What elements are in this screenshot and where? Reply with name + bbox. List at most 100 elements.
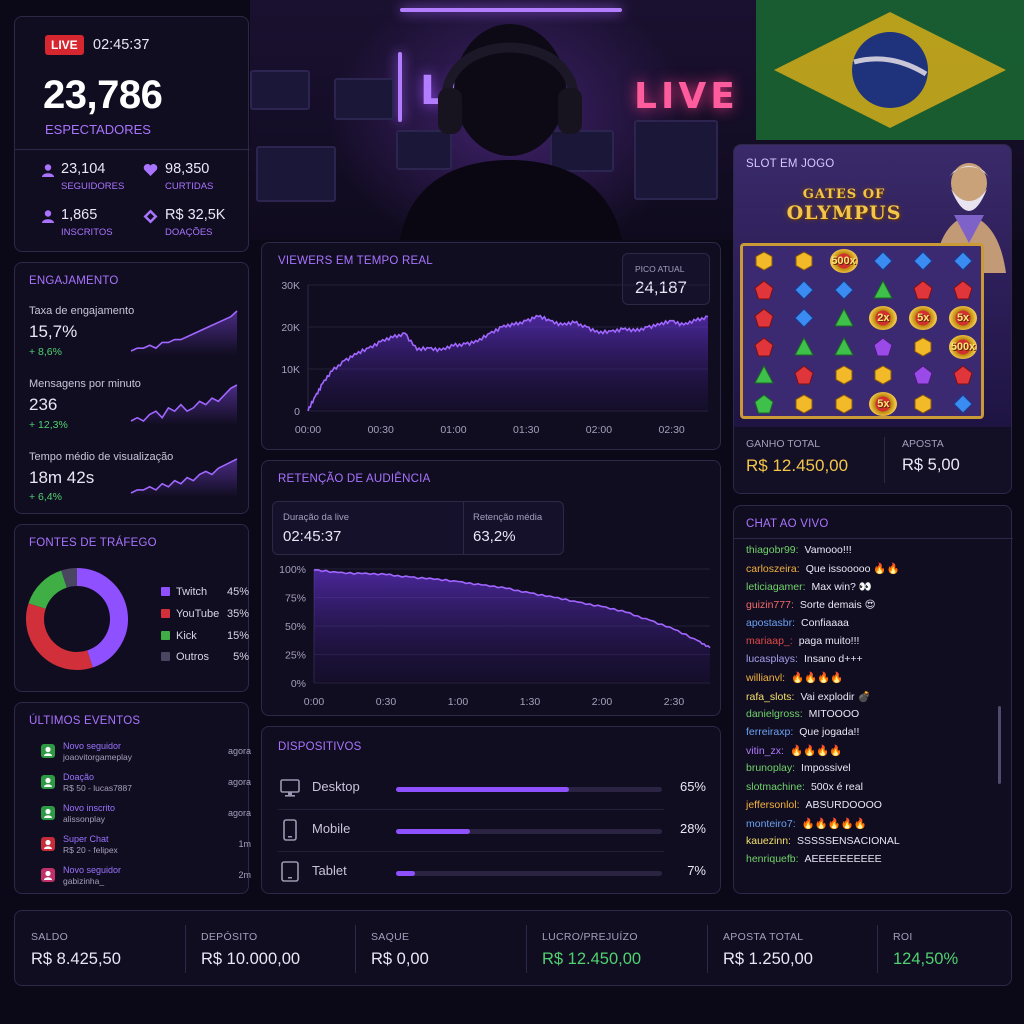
legend-label: YouTube xyxy=(176,608,220,620)
avg-retention-value: 63,2% xyxy=(473,528,516,545)
chat-message: brunoplay: Impossivel xyxy=(746,762,851,774)
live-badge: LIVE xyxy=(45,35,84,55)
event-detail: alissonplay xyxy=(63,814,106,824)
engagement-rate-sparkline xyxy=(130,310,238,355)
slot-logo-line2: OLYMPUS xyxy=(786,202,902,224)
y-tick-label: 75% xyxy=(285,593,306,605)
money-icon xyxy=(41,775,55,789)
event-title: Doação xyxy=(63,772,95,782)
subscriber-icon xyxy=(42,210,54,223)
donut-slice-twitch xyxy=(76,568,128,668)
chat-username[interactable]: slotmachine: xyxy=(746,781,805,793)
multiplier-label: 5x xyxy=(909,306,938,331)
legend-percent: 45% xyxy=(226,586,249,598)
chat-username[interactable]: vitin_zx: xyxy=(746,745,784,757)
divider xyxy=(877,925,878,973)
hex-gold-symbol xyxy=(904,391,942,418)
chat-username[interactable]: lucasplays: xyxy=(746,653,798,665)
chat-text: Max win? 👀 xyxy=(811,581,872,594)
event-time: 1m xyxy=(238,839,251,849)
multiplier-label: 2x xyxy=(869,306,898,331)
multiplier-symbol: 2x xyxy=(865,305,903,332)
likes-label: CURTIDAS xyxy=(165,181,214,192)
messages-per-minute-sparkline xyxy=(130,384,238,425)
event-item: Novo seguidor joaovitorgameplay agora xyxy=(41,741,251,767)
x-tick-label: 2:00 xyxy=(592,696,613,708)
chat-message: jeffersonlol: ABSURDOOOO xyxy=(746,799,882,811)
divider xyxy=(707,925,708,973)
donut-slice-kick xyxy=(28,570,68,610)
sparkline-area xyxy=(131,459,237,497)
summary-label: LUCRO/PREJUÍZO xyxy=(542,931,638,943)
subscribers-label: INSCRITOS xyxy=(61,227,113,238)
event-detail: gabizinha_ xyxy=(63,876,105,886)
y-tick-label: 30K xyxy=(281,280,300,292)
messages-per-minute-label: Mensagens por minuto xyxy=(29,378,141,390)
slot-title: SLOT EM JOGO xyxy=(746,158,835,170)
mobile-icon xyxy=(283,819,297,841)
legend-swatch xyxy=(161,652,170,661)
chat-username[interactable]: henriquefb: xyxy=(746,853,799,865)
chat-username[interactable]: carloszeira: xyxy=(746,563,800,575)
pent-red-symbol xyxy=(745,334,783,361)
y-tick-label: 0 xyxy=(294,406,300,418)
hex-gold-symbol xyxy=(825,362,863,389)
heart-icon xyxy=(41,868,55,882)
event-detail: joaovitorgameplay xyxy=(63,752,132,762)
viewer-count: 23,786 xyxy=(43,73,163,117)
avg-watch-time-value: 18m 42s xyxy=(29,468,95,487)
followers-label: SEGUIDORES xyxy=(61,181,125,192)
chat-username[interactable]: brunoplay: xyxy=(746,762,795,774)
chat-username[interactable]: kauezinn: xyxy=(746,835,791,847)
multiplier-symbol: 500x xyxy=(825,248,863,275)
chat-username[interactable]: monteiro7: xyxy=(746,818,796,830)
chat-username[interactable]: jeffersonlol: xyxy=(746,799,800,811)
summary-item: ROI 124,50% xyxy=(893,911,1024,987)
chat-text: 🔥🔥🔥🔥 xyxy=(791,672,844,685)
divider xyxy=(463,502,464,554)
multiplier-label: 500x xyxy=(829,249,858,274)
live-duration-value: 02:45:37 xyxy=(283,528,342,545)
chat-scrollbar[interactable] xyxy=(998,706,1001,784)
chat-username[interactable]: ferreiraxp: xyxy=(746,726,793,738)
chat-username[interactable]: leticiagamer: xyxy=(746,581,806,593)
sparkline-area xyxy=(131,385,237,425)
tablet-icon xyxy=(281,861,299,882)
slot-panel: SLOT EM JOGO GATES OF OLYMPUS 500x 2x 5x 5x… xyxy=(733,144,1012,494)
traffic-donut-chart xyxy=(26,568,128,670)
chat-text: MITOOOO xyxy=(808,707,860,720)
chat-username[interactable]: mariaap_: xyxy=(746,635,793,647)
devices-title: DISPOSITIVOS xyxy=(278,741,362,753)
chat-message: danielgross: MITOOOO xyxy=(746,708,859,720)
device-bar-fill xyxy=(396,787,569,792)
legend-label: Twitch xyxy=(176,586,208,598)
chat-message: thiagobr99: Vamooo!!! xyxy=(746,544,852,556)
chat-username[interactable]: apostasbr: xyxy=(746,617,795,629)
avg-watch-time-delta: + 6,4% xyxy=(29,491,62,503)
engagement-panel: ENGAJAMENTO Taxa de engajamento 15,7% + … xyxy=(14,262,249,514)
chat-username[interactable]: thiagobr99: xyxy=(746,544,799,556)
chat-username[interactable]: guizin777: xyxy=(746,599,794,611)
y-tick-label: 100% xyxy=(279,564,306,576)
x-tick-label: 01:30 xyxy=(513,424,539,436)
chat-message: apostasbr: Confiaaaa xyxy=(746,617,849,629)
chat-username[interactable]: rafa_slots: xyxy=(746,691,794,703)
device-bar-track xyxy=(396,871,662,876)
tri-green-symbol xyxy=(865,277,903,304)
legend-youtube: YouTube 35% xyxy=(161,608,249,620)
chat-username[interactable]: willianvl: xyxy=(746,672,785,684)
event-item: Super Chat R$ 20 - felipex 1m xyxy=(41,834,251,860)
chat-username[interactable]: danielgross: xyxy=(746,708,803,720)
x-tick-label: 0:00 xyxy=(304,696,325,708)
summary-value: R$ 0,00 xyxy=(371,950,429,968)
chat-text: Vai explodir 💣 xyxy=(800,690,871,703)
brazil-flag xyxy=(756,0,1024,140)
avg-watch-time-sparkline xyxy=(130,458,238,497)
user-icon xyxy=(41,744,55,758)
pent-purple-symbol xyxy=(865,334,903,361)
live-duration-label: Duração da live xyxy=(283,512,350,523)
diamond-icon xyxy=(143,209,158,224)
y-tick-label: 10K xyxy=(281,364,300,376)
x-tick-label: 02:30 xyxy=(658,424,684,436)
slot-results: GANHO TOTAL R$ 12.450,00 APOSTA R$ 5,00 xyxy=(734,427,1011,493)
